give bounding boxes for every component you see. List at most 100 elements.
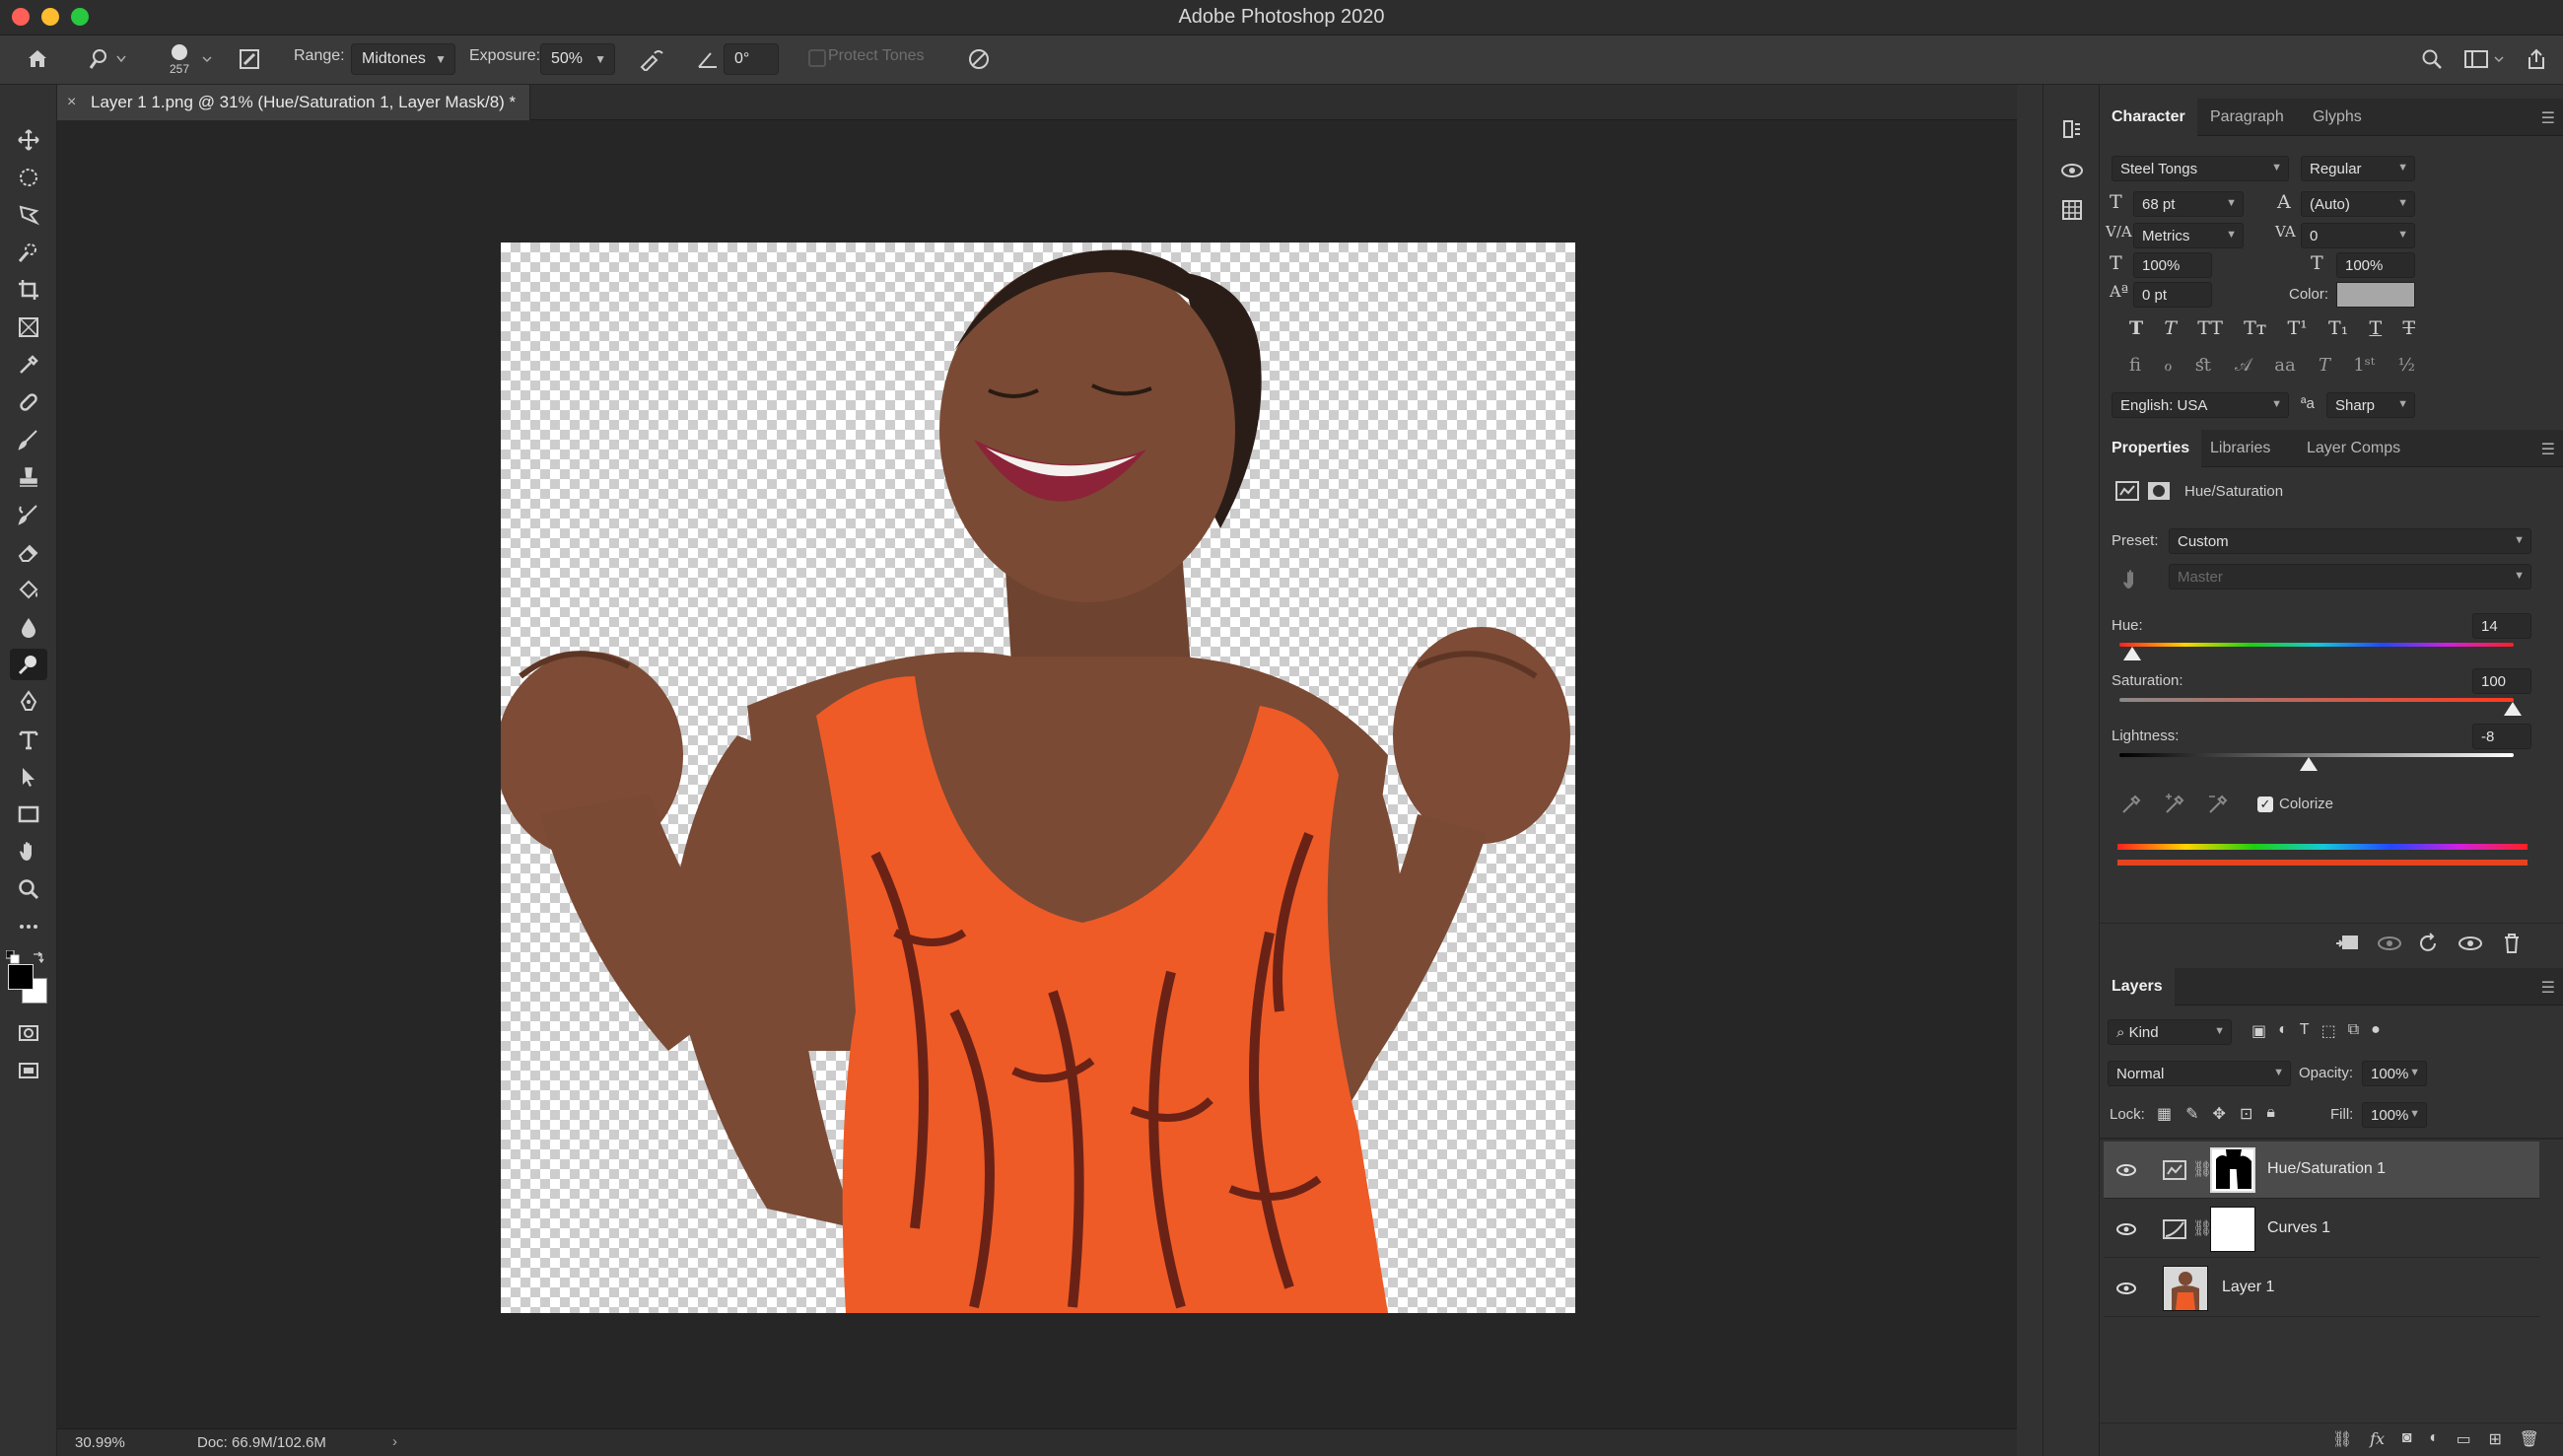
tab-glyphs[interactable]: Glyphs (2301, 99, 2374, 136)
layer-style-icon[interactable]: fx (2370, 1429, 2385, 1453)
layer-filter-select[interactable]: ⌕ Kind ▼ (2108, 1019, 2232, 1045)
quick-selection-tool-icon[interactable] (10, 237, 47, 268)
angle-field[interactable]: 0° (724, 43, 779, 75)
filter-adjustment-icon[interactable]: ◐ (2278, 1021, 2288, 1045)
hue-field[interactable]: 14 (2472, 613, 2531, 639)
delete-layer-icon[interactable]: 🗑︎ (2520, 1429, 2539, 1453)
visibility-icon[interactable] (2457, 932, 2484, 955)
type-tool-icon[interactable] (10, 724, 47, 755)
tab-layer-comps[interactable]: Layer Comps (2295, 430, 2412, 467)
layer-mask-thumbnail[interactable] (2210, 1147, 2255, 1193)
filter-pixel-icon[interactable]: ▣ (2251, 1021, 2266, 1045)
lock-position-icon[interactable]: ✥ (2213, 1104, 2226, 1128)
eyedropper-tool-icon[interactable] (10, 349, 47, 381)
move-tool-icon[interactable] (10, 124, 47, 156)
all-caps-icon[interactable]: TT (2197, 317, 2223, 345)
strikethrough-icon[interactable]: T (2402, 317, 2415, 345)
text-color-swatch[interactable] (2336, 282, 2415, 308)
more-tools-icon[interactable] (10, 911, 47, 942)
marquee-tool-icon[interactable] (10, 162, 47, 193)
history-brush-tool-icon[interactable] (10, 499, 47, 530)
new-adjustment-icon[interactable]: ◐ (2429, 1429, 2439, 1453)
clip-to-layer-icon[interactable] (2334, 932, 2362, 955)
adjustment-icon[interactable] (2115, 481, 2139, 501)
link-layers-icon[interactable]: ⛓︎ (2332, 1429, 2352, 1453)
grid-panel-icon[interactable] (2057, 195, 2087, 225)
layer-name[interactable]: Curves 1 (2267, 1219, 2330, 1237)
zoom-tool-icon[interactable] (10, 873, 47, 905)
layer-row[interactable]: ⛓︎ Hue/Saturation 1 (2104, 1142, 2539, 1199)
filter-toggle-icon[interactable]: ● (2371, 1021, 2381, 1045)
default-colors-icon[interactable] (5, 949, 20, 964)
lock-transparent-icon[interactable]: ▦ (2157, 1104, 2172, 1128)
chevron-down-icon[interactable] (197, 43, 217, 75)
tab-paragraph[interactable]: Paragraph (2198, 99, 2296, 136)
document-tab[interactable]: × Layer 1 1.png @ 31% (Hue/Saturation 1,… (57, 85, 531, 120)
layer-row[interactable]: ⛓︎ Curves 1 (2104, 1201, 2539, 1258)
font-size-field[interactable]: 68 pt ▼ (2133, 191, 2244, 217)
range-select[interactable]: Midtones ▼ (351, 43, 455, 75)
3d-panel-icon[interactable] (2057, 156, 2087, 185)
superscript-icon[interactable]: T¹ (2287, 317, 2307, 345)
zoom-level[interactable]: 30.99% (75, 1434, 125, 1451)
panel-menu-icon[interactable]: ☰ (2541, 978, 2555, 998)
filter-smart-object-icon[interactable]: ⧉ (2348, 1021, 2359, 1045)
rectangle-tool-icon[interactable] (10, 798, 47, 830)
home-icon[interactable] (20, 43, 55, 75)
eye-icon[interactable] (2115, 1159, 2137, 1181)
tab-character[interactable]: Character (2100, 99, 2197, 136)
tab-libraries[interactable]: Libraries (2198, 430, 2282, 467)
old-style-icon[interactable]: ℴ (2164, 355, 2172, 382)
eye-icon[interactable] (2115, 1218, 2137, 1240)
pen-tool-icon[interactable] (10, 686, 47, 718)
brush-size-picker[interactable]: 257 (160, 37, 199, 81)
stylistic-alternates-icon[interactable]: 𝒜 (2235, 355, 2251, 382)
font-family-select[interactable]: Steel Tongs ▼ (2112, 156, 2289, 181)
search-icon[interactable] (2415, 43, 2449, 75)
frame-tool-icon[interactable] (10, 312, 47, 343)
new-layer-icon[interactable]: ⊞ (2488, 1429, 2501, 1453)
history-panel-icon[interactable] (2057, 114, 2087, 144)
subtract-from-sample-icon[interactable] (2206, 793, 2230, 816)
path-selection-tool-icon[interactable] (10, 761, 47, 793)
new-group-icon[interactable]: ▭ (2457, 1429, 2471, 1453)
lasso-tool-icon[interactable] (10, 199, 47, 231)
layer-name[interactable]: Hue/Saturation 1 (2267, 1160, 2386, 1178)
quick-mask-icon[interactable] (10, 1017, 47, 1049)
faux-italic-icon[interactable]: T (2164, 317, 2177, 345)
brush-tool-icon[interactable] (10, 424, 47, 455)
airbrush-icon[interactable] (635, 43, 668, 75)
filter-type-icon[interactable]: T (2300, 1021, 2310, 1045)
kerning-field[interactable]: Metrics ▼ (2133, 223, 2244, 248)
add-to-sample-icon[interactable] (2163, 793, 2186, 816)
swash-icon[interactable]: ﬆ (2195, 355, 2212, 382)
layer-name[interactable]: Layer 1 (2222, 1279, 2274, 1296)
swap-colors-icon[interactable] (32, 950, 45, 964)
horizontal-scale-field[interactable]: 100% (2336, 252, 2415, 278)
lightness-slider-thumb[interactable] (2300, 757, 2318, 771)
underline-icon[interactable]: T (2369, 317, 2382, 345)
faux-bold-icon[interactable]: T (2129, 317, 2143, 345)
panel-menu-icon[interactable]: ☰ (2541, 108, 2555, 128)
eraser-tool-icon[interactable] (10, 536, 47, 568)
exposure-field[interactable]: 50% ▼ (540, 43, 615, 75)
reset-icon[interactable] (2417, 932, 2441, 955)
foreground-color-swatch[interactable] (8, 964, 34, 990)
leading-field[interactable]: (Auto) ▼ (2301, 191, 2415, 217)
ligatures-icon[interactable]: ﬁ (2129, 355, 2141, 382)
hue-slider-thumb[interactable] (2123, 647, 2141, 660)
layer-mask-thumbnail[interactable] (2210, 1207, 2255, 1252)
crop-tool-icon[interactable] (10, 274, 47, 306)
add-mask-icon[interactable]: ◙ (2402, 1429, 2412, 1453)
fractions-icon[interactable]: ½ (2397, 355, 2414, 382)
ordinals-icon[interactable]: 1ˢᵗ (2353, 355, 2375, 382)
brush-settings-icon[interactable] (233, 43, 266, 75)
titling-alternates-icon[interactable]: aa (2274, 355, 2295, 382)
targeted-adjustment-icon[interactable] (2119, 568, 2143, 591)
screen-mode-icon[interactable] (10, 1055, 47, 1086)
tab-layers[interactable]: Layers (2100, 968, 2175, 1005)
opacity-field[interactable]: 100% ▼ (2362, 1061, 2427, 1086)
image-canvas[interactable] (501, 243, 1575, 1313)
eyedropper-icon[interactable] (2119, 793, 2143, 816)
tab-properties[interactable]: Properties (2100, 430, 2202, 467)
